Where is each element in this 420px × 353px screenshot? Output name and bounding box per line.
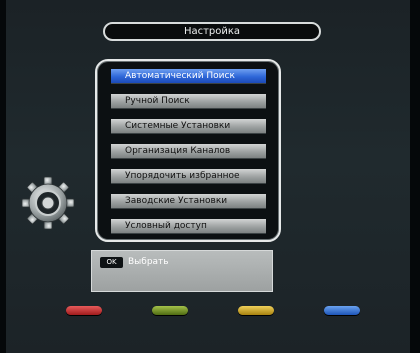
tv-screen: Настройка Автоматический Поиск Ручной По… xyxy=(0,0,420,353)
menu-item-label: Автоматический Поиск xyxy=(125,71,235,81)
menu-item-label: Организация Каналов xyxy=(125,146,231,156)
menu-item-manual-search[interactable]: Ручной Поиск xyxy=(111,94,266,108)
menu-item-auto-search[interactable]: Автоматический Поиск xyxy=(111,69,266,83)
menu-item-conditional-access[interactable]: Условный доступ xyxy=(111,219,266,233)
menu-item-label: Условный доступ xyxy=(125,221,207,231)
setup-menu: Автоматический Поиск Ручной Поиск Систем… xyxy=(95,59,281,242)
green-key[interactable] xyxy=(152,306,188,315)
menu-item-label: Упорядочить избранное xyxy=(125,171,240,181)
screen-border-left xyxy=(0,0,6,353)
menu-item-label: Системные Установки xyxy=(125,121,231,131)
menu-title-bar: Настройка xyxy=(103,22,321,41)
yellow-key[interactable] xyxy=(238,306,274,315)
menu-item-label: Заводские Установки xyxy=(125,196,228,206)
menu-item-system-settings[interactable]: Системные Установки xyxy=(111,119,266,133)
page-title: Настройка xyxy=(183,26,241,37)
help-panel: OK Выбрать xyxy=(91,250,273,292)
menu-item-label: Ручной Поиск xyxy=(125,96,190,106)
menu-item-favorites[interactable]: Упорядочить избранное xyxy=(111,169,266,183)
menu-item-channel-organizer[interactable]: Организация Каналов xyxy=(111,144,266,158)
screen-border-right xyxy=(410,0,420,353)
gear-icon xyxy=(21,176,75,230)
ok-key-badge: OK xyxy=(100,257,123,268)
help-text: Выбрать xyxy=(128,257,169,267)
blue-key[interactable] xyxy=(324,306,360,315)
menu-item-factory-settings[interactable]: Заводские Установки xyxy=(111,194,266,208)
red-key[interactable] xyxy=(66,306,102,315)
